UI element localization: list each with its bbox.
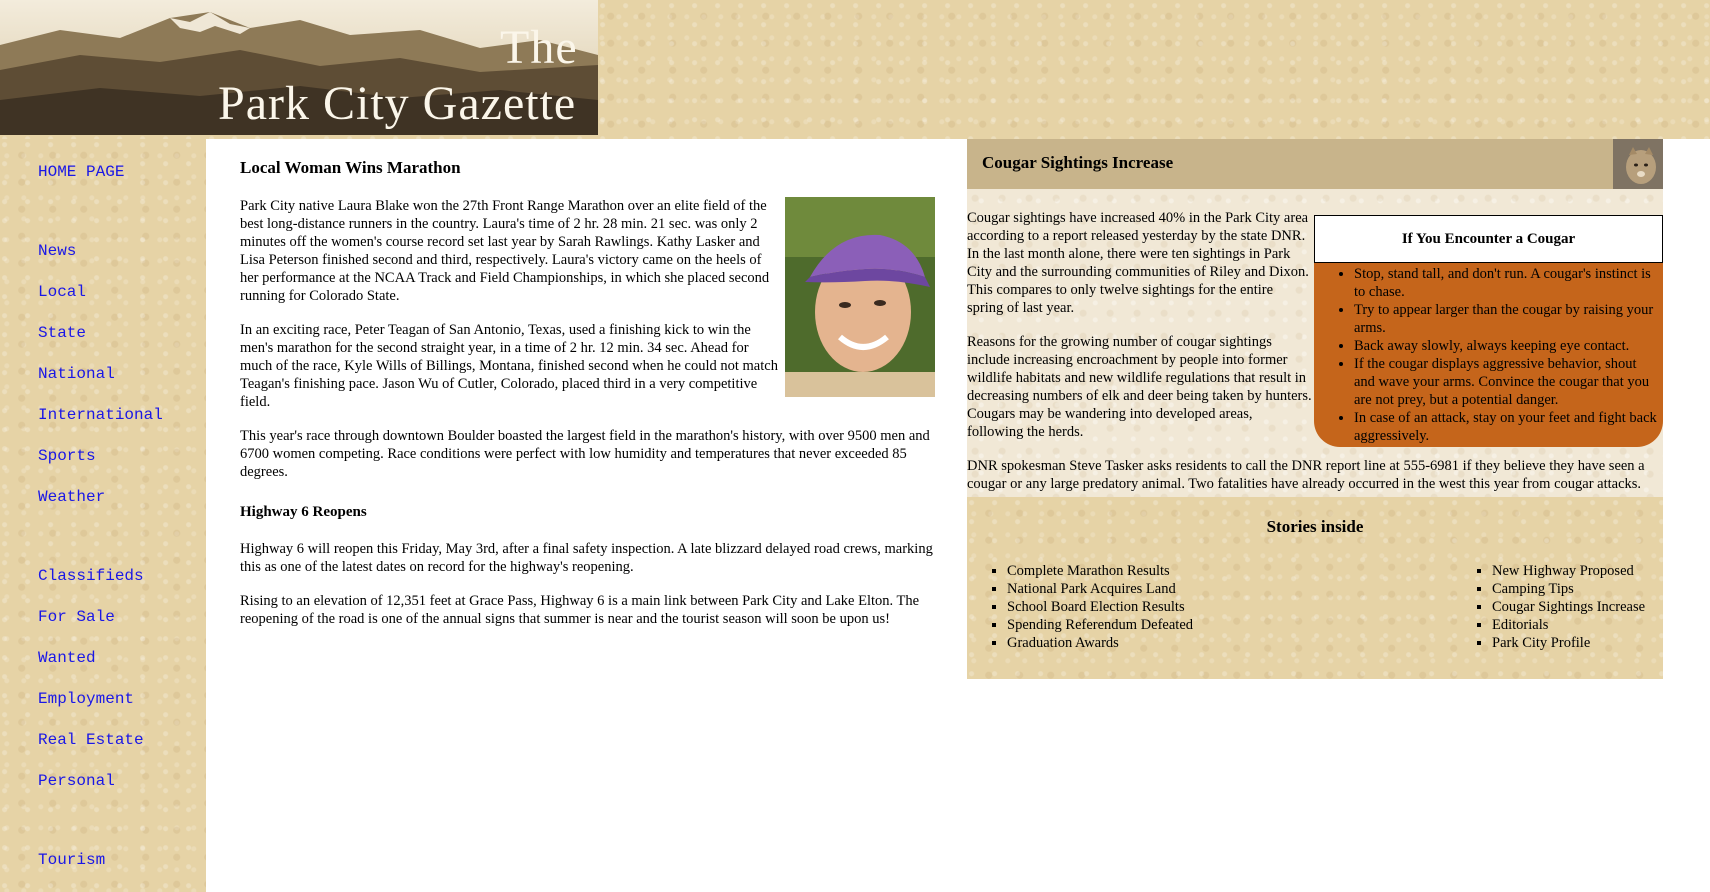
- nav-weather[interactable]: Weather: [38, 488, 105, 506]
- highway-headline: Highway 6 Reopens: [240, 504, 367, 520]
- nav-national[interactable]: National: [38, 365, 115, 383]
- encounter-tip: If the cougar displays aggressive behavi…: [1354, 355, 1661, 409]
- story-item: National Park Acquires Land: [1007, 580, 1193, 598]
- story-item: Park City Profile: [1492, 634, 1645, 652]
- stories-list-right: New Highway Proposed Camping Tips Cougar…: [1452, 562, 1645, 652]
- story-item: Editorials: [1492, 616, 1645, 634]
- stories-list-left: Complete Marathon Results National Park …: [967, 562, 1193, 652]
- left-navigation: HOME PAGE News Local State National Inte…: [0, 139, 206, 892]
- story-item: New Highway Proposed: [1492, 562, 1645, 580]
- nav-tourism[interactable]: Tourism: [38, 851, 105, 869]
- nav-classifieds[interactable]: Classifieds: [38, 567, 144, 585]
- runner-portrait-image: [785, 197, 935, 397]
- masthead-banner: The Park City Gazette: [0, 0, 598, 135]
- cougar-article-body: If You Encounter a Cougar Stop, stand ta…: [967, 189, 1663, 497]
- runner-photo: [785, 197, 935, 397]
- encounter-tip: In case of an attack, stay on your feet …: [1354, 409, 1661, 445]
- story-item: Graduation Awards: [1007, 634, 1193, 652]
- nav-sports[interactable]: Sports: [38, 447, 96, 465]
- nav-state[interactable]: State: [38, 324, 86, 342]
- nav-employment[interactable]: Employment: [38, 690, 134, 708]
- encounter-tips-list: Stop, stand tall, and don't run. A couga…: [1314, 263, 1663, 447]
- stories-inside-title: Stories inside: [1266, 517, 1364, 536]
- right-column: Cougar Sightings Increase If You Encount…: [967, 139, 1663, 679]
- cougar-thumbnail: [1613, 139, 1663, 189]
- nav-news[interactable]: News: [38, 242, 76, 260]
- cougar-paragraph-3: DNR spokesman Steve Tasker asks resident…: [967, 458, 1645, 492]
- main-column: Local Woman Wins Marathon Park City nati…: [240, 139, 935, 644]
- story-item: Cougar Sightings Increase: [1492, 598, 1645, 616]
- nav-international[interactable]: International: [38, 406, 163, 424]
- stories-inside-panel: Stories inside Complete Marathon Results…: [967, 497, 1663, 679]
- cougar-article-header: Cougar Sightings Increase: [967, 139, 1663, 189]
- nav-wanted[interactable]: Wanted: [38, 649, 96, 667]
- nav-real-estate[interactable]: Real Estate: [38, 731, 144, 749]
- cougar-headline: Cougar Sightings Increase: [982, 153, 1174, 172]
- encounter-tip: Stop, stand tall, and don't run. A couga…: [1354, 265, 1661, 301]
- masthead-title-name: Park City Gazette: [218, 77, 577, 130]
- encounter-tip: Back away slowly, always keeping eye con…: [1354, 337, 1661, 355]
- nav-personal[interactable]: Personal: [38, 772, 115, 790]
- nav-local[interactable]: Local: [38, 283, 86, 301]
- story-item: Camping Tips: [1492, 580, 1645, 598]
- encounter-sidebar-title: If You Encounter a Cougar: [1314, 215, 1663, 263]
- nav-for-sale[interactable]: For Sale: [38, 608, 115, 626]
- highway-paragraph-2: Rising to an elevation of 12,351 feet at…: [240, 593, 920, 627]
- cougar-image: [1613, 139, 1663, 189]
- marathon-paragraph-3: This year's race through downtown Boulde…: [240, 428, 930, 480]
- story-item: School Board Election Results: [1007, 598, 1193, 616]
- story-item: Complete Marathon Results: [1007, 562, 1193, 580]
- highway-paragraph-1: Highway 6 will reopen this Friday, May 3…: [240, 541, 933, 575]
- page-header: The Park City Gazette: [0, 0, 1710, 139]
- cougar-encounter-sidebar: If You Encounter a Cougar Stop, stand ta…: [1314, 215, 1663, 447]
- masthead-title-the: The: [500, 21, 578, 74]
- marathon-headline: Local Woman Wins Marathon: [240, 158, 461, 177]
- story-item: Spending Referendum Defeated: [1007, 616, 1193, 634]
- nav-home-page[interactable]: HOME PAGE: [38, 163, 124, 181]
- encounter-tip: Try to appear larger than the cougar by …: [1354, 301, 1661, 337]
